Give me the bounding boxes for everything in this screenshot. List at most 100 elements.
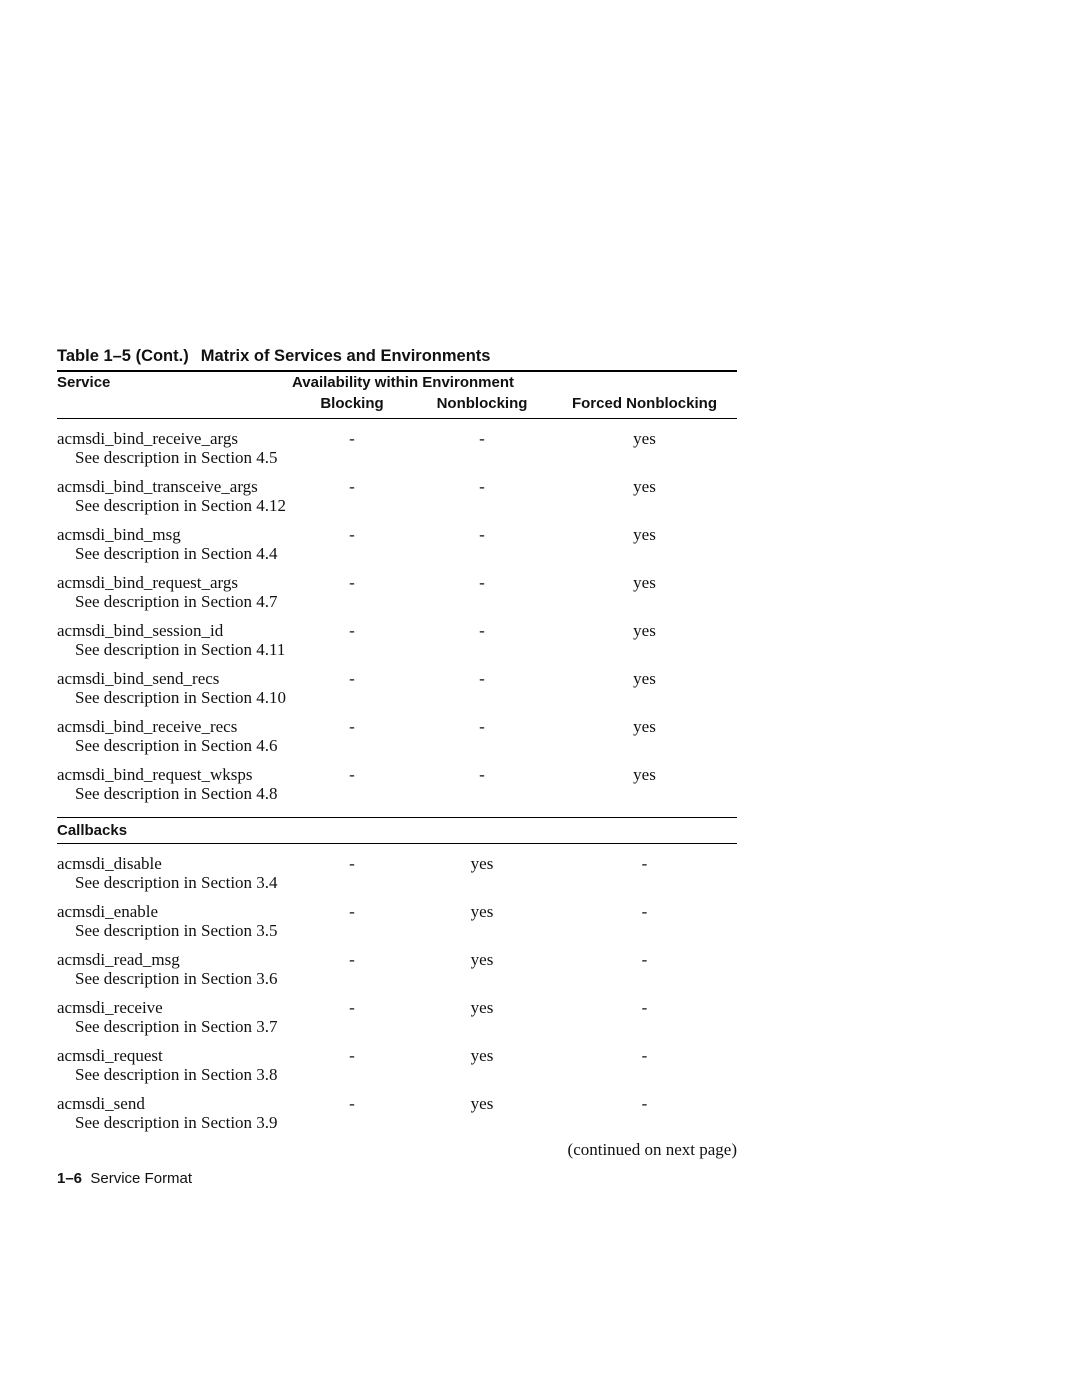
- service-name: acmsdi_bind_transceive_args: [57, 477, 292, 496]
- cell-nonblocking: -: [412, 765, 552, 784]
- cell-blocking: -: [292, 902, 412, 921]
- table-row: acmsdi_bind_receive_recsSee description …: [57, 717, 737, 755]
- header-row-1: Service Availability within Environment: [57, 374, 737, 391]
- cell-blocking: -: [292, 669, 412, 688]
- page-footer: 1–6 Service Format: [57, 1170, 192, 1187]
- service-desc: See description in Section 4.7: [57, 592, 292, 611]
- service-name: acmsdi_receive: [57, 998, 292, 1017]
- cell-nonblocking: yes: [412, 1094, 552, 1113]
- cell-nonblocking: -: [412, 477, 552, 496]
- footer-section-title: Service Format: [90, 1170, 192, 1187]
- table-row: acmsdi_bind_session_idSee description in…: [57, 621, 737, 659]
- service-name: acmsdi_bind_request_args: [57, 573, 292, 592]
- cell-blocking: -: [292, 950, 412, 969]
- table-container: Table 1–5 (Cont.)Matrix of Services and …: [57, 347, 737, 1160]
- service-desc: See description in Section 4.8: [57, 784, 292, 803]
- cell-forced: -: [552, 1094, 737, 1113]
- table-row: acmsdi_requestSee description in Section…: [57, 1046, 737, 1084]
- table-title: Table 1–5 (Cont.)Matrix of Services and …: [57, 347, 737, 366]
- cell-forced: yes: [552, 477, 737, 496]
- service-name: acmsdi_bind_receive_args: [57, 429, 292, 448]
- cell-forced: yes: [552, 573, 737, 592]
- rule-top: [57, 370, 737, 372]
- cell-nonblocking: -: [412, 573, 552, 592]
- service-name: acmsdi_enable: [57, 902, 292, 921]
- service-name: acmsdi_bind_receive_recs: [57, 717, 292, 736]
- service-name: acmsdi_bind_send_recs: [57, 669, 292, 688]
- section1-rows: acmsdi_bind_receive_argsSee description …: [57, 429, 737, 803]
- cell-blocking: -: [292, 621, 412, 640]
- cell-forced: -: [552, 950, 737, 969]
- header-row-2: Blocking Nonblocking Forced Nonblocking: [57, 395, 737, 412]
- table-row: acmsdi_read_msgSee description in Sectio…: [57, 950, 737, 988]
- cell-blocking: -: [292, 429, 412, 448]
- service-desc: See description in Section 3.7: [57, 1017, 292, 1036]
- cell-forced: -: [552, 854, 737, 873]
- rule-header: [57, 418, 737, 419]
- cell-forced: yes: [552, 525, 737, 544]
- cell-nonblocking: yes: [412, 1046, 552, 1065]
- table-row: acmsdi_bind_request_argsSee description …: [57, 573, 737, 611]
- service-desc: See description in Section 3.8: [57, 1065, 292, 1084]
- service-name: acmsdi_send: [57, 1094, 292, 1113]
- cell-forced: yes: [552, 765, 737, 784]
- service-desc: See description in Section 4.12: [57, 496, 292, 515]
- rule-section2: [57, 843, 737, 844]
- service-name: acmsdi_bind_msg: [57, 525, 292, 544]
- cell-blocking: -: [292, 765, 412, 784]
- header-availability: Availability within Environment: [292, 374, 514, 391]
- cell-forced: yes: [552, 669, 737, 688]
- service-desc: See description in Section 4.10: [57, 688, 292, 707]
- section2-rows: acmsdi_disableSee description in Section…: [57, 854, 737, 1132]
- table-title-main: Matrix of Services and Environments: [201, 347, 491, 365]
- cell-blocking: -: [292, 998, 412, 1017]
- cell-nonblocking: -: [412, 669, 552, 688]
- service-desc: See description in Section 3.4: [57, 873, 292, 892]
- service-name: acmsdi_bind_session_id: [57, 621, 292, 640]
- page-number: 1–6: [57, 1170, 82, 1187]
- service-name: acmsdi_read_msg: [57, 950, 292, 969]
- cell-forced: yes: [552, 429, 737, 448]
- service-desc: See description in Section 3.5: [57, 921, 292, 940]
- cell-blocking: -: [292, 525, 412, 544]
- cell-nonblocking: -: [412, 429, 552, 448]
- rule-section: [57, 817, 737, 818]
- service-desc: See description in Section 4.6: [57, 736, 292, 755]
- service-desc: See description in Section 4.11: [57, 640, 292, 659]
- cell-blocking: -: [292, 1094, 412, 1113]
- cell-blocking: -: [292, 477, 412, 496]
- cell-nonblocking: -: [412, 525, 552, 544]
- service-desc: See description in Section 4.5: [57, 448, 292, 467]
- cell-nonblocking: yes: [412, 902, 552, 921]
- service-name: acmsdi_bind_request_wksps: [57, 765, 292, 784]
- cell-forced: -: [552, 902, 737, 921]
- cell-forced: -: [552, 1046, 737, 1065]
- cell-nonblocking: yes: [412, 950, 552, 969]
- service-name: acmsdi_request: [57, 1046, 292, 1065]
- cell-nonblocking: yes: [412, 998, 552, 1017]
- table-row: acmsdi_sendSee description in Section 3.…: [57, 1094, 737, 1132]
- table-row: acmsdi_bind_msgSee description in Sectio…: [57, 525, 737, 563]
- header-forced: Forced Nonblocking: [552, 395, 737, 412]
- cell-blocking: -: [292, 717, 412, 736]
- table-row: acmsdi_bind_request_wkspsSee description…: [57, 765, 737, 803]
- cell-blocking: -: [292, 573, 412, 592]
- table-row: acmsdi_receiveSee description in Section…: [57, 998, 737, 1036]
- service-desc: See description in Section 3.9: [57, 1113, 292, 1132]
- cell-blocking: -: [292, 1046, 412, 1065]
- cell-nonblocking: -: [412, 717, 552, 736]
- table-row: acmsdi_bind_receive_argsSee description …: [57, 429, 737, 467]
- header-blocking: Blocking: [292, 395, 412, 412]
- table-row: acmsdi_disableSee description in Section…: [57, 854, 737, 892]
- cell-blocking: -: [292, 854, 412, 873]
- header-nonblocking: Nonblocking: [412, 395, 552, 412]
- header-service: Service: [57, 374, 292, 391]
- table-row: acmsdi_bind_transceive_argsSee descripti…: [57, 477, 737, 515]
- cell-forced: yes: [552, 621, 737, 640]
- section-callbacks-label: Callbacks: [57, 822, 737, 839]
- cell-forced: yes: [552, 717, 737, 736]
- service-name: acmsdi_disable: [57, 854, 292, 873]
- table-row: acmsdi_enableSee description in Section …: [57, 902, 737, 940]
- service-desc: See description in Section 4.4: [57, 544, 292, 563]
- service-desc: See description in Section 3.6: [57, 969, 292, 988]
